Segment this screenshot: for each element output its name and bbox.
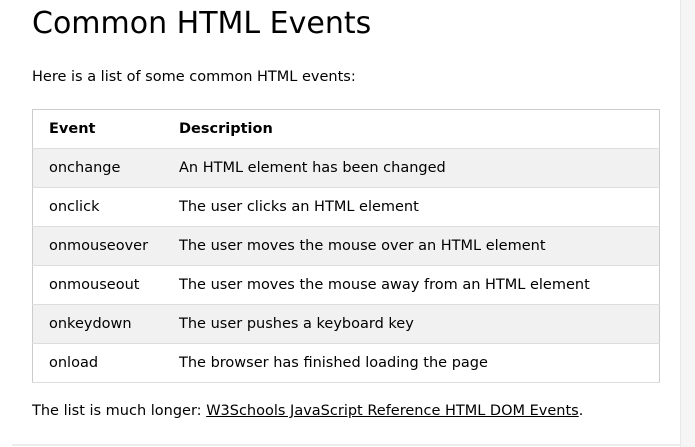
event-description: An HTML element has been changed xyxy=(163,148,660,188)
event-description: The browser has finished loading the pag… xyxy=(163,343,660,383)
events-table: Event Description onchange An HTML eleme… xyxy=(32,109,660,383)
event-description: The user clicks an HTML element xyxy=(163,187,660,227)
table-row: onmouseover The user moves the mouse ove… xyxy=(32,226,660,266)
event-description: The user pushes a keyboard key xyxy=(163,304,660,344)
table-header-row: Event Description xyxy=(32,109,660,149)
event-description: The user moves the mouse away from an HT… xyxy=(163,265,660,305)
event-name: onmouseout xyxy=(32,265,163,305)
event-name: onmouseover xyxy=(32,226,163,266)
event-name: onload xyxy=(32,343,163,383)
table-row: onmouseout The user moves the mouse away… xyxy=(32,265,660,305)
divider xyxy=(12,444,680,446)
event-name: onclick xyxy=(32,187,163,227)
header-event: Event xyxy=(32,109,163,149)
table-row: onchange An HTML element has been change… xyxy=(32,148,660,188)
footer-text: The list is much longer: W3Schools JavaS… xyxy=(32,403,583,419)
event-description: The user moves the mouse over an HTML el… xyxy=(163,226,660,266)
table-row: onclick The user clicks an HTML element xyxy=(32,187,660,227)
event-name: onchange xyxy=(32,148,163,188)
table-row: onload The browser has finished loading … xyxy=(32,343,660,383)
page-title: Common HTML Events xyxy=(32,6,372,41)
footer-prefix: The list is much longer: xyxy=(32,403,207,419)
footer-suffix: . xyxy=(578,403,584,419)
event-name: onkeydown xyxy=(32,304,163,344)
table-row: onkeydown The user pushes a keyboard key xyxy=(32,304,660,344)
scrollbar[interactable] xyxy=(680,0,695,447)
dom-events-reference-link[interactable]: W3Schools JavaScript Reference HTML DOM … xyxy=(206,403,579,419)
header-description: Description xyxy=(163,109,660,149)
intro-text: Here is a list of some common HTML event… xyxy=(32,69,356,85)
